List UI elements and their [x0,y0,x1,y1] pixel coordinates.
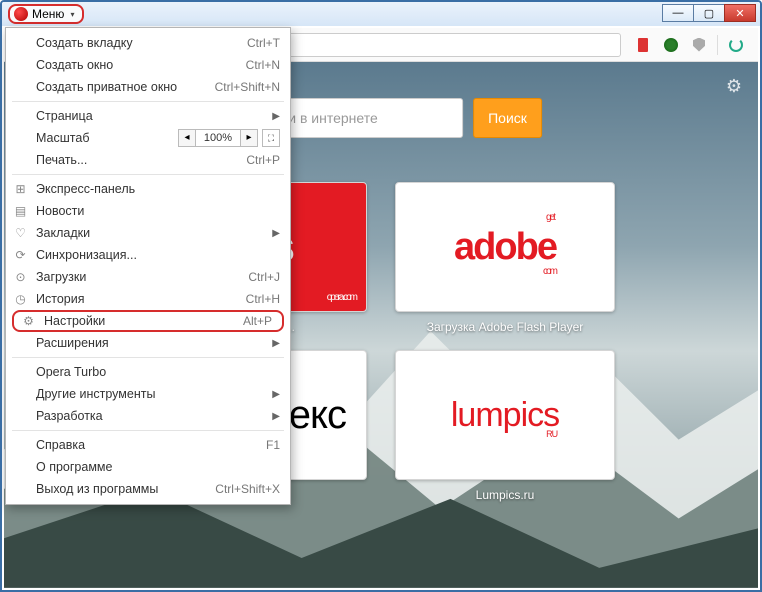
adblock-shield-icon[interactable] [689,35,709,55]
close-button[interactable]: ✕ [724,4,756,22]
menu-item-label: Разработка [36,409,266,423]
menu-item-label: Другие инструменты [36,387,266,401]
bookmark-icon[interactable] [633,35,653,55]
menu-item-настройки[interactable]: ⚙ НастройкиAlt+P [12,310,284,332]
submenu-arrow-icon: ▶ [272,228,280,239]
menu-item-справка[interactable]: СправкаF1 [6,434,290,456]
menu-button-label: Меню [32,7,64,21]
menu-shortcut: Ctrl+Shift+N [215,80,280,94]
menu-item-icon: ▤ [13,204,28,219]
zoom-out-button[interactable]: ◂ [178,129,196,147]
menu-shortcut: Alt+P [243,314,272,328]
menu-shortcut: F1 [266,438,280,452]
chevron-down-icon: ▾ [70,10,74,19]
tile-adobe[interactable]: get adobe com Загрузка Adobe Flash Playe… [395,182,615,334]
fullscreen-button[interactable]: ⛶ [262,129,280,147]
menu-item-label: Масштаб [36,131,178,145]
menu-item-печать-[interactable]: Печать...Ctrl+P [6,149,290,171]
menu-separator [12,174,284,175]
vpn-globe-icon[interactable] [661,35,681,55]
menu-item-label: Создать окно [36,58,246,72]
menu-item-label: История [36,292,246,306]
submenu-arrow-icon: ▶ [272,389,280,400]
maximize-button[interactable]: ▢ [693,4,725,22]
menu-item-label: Справка [36,438,266,452]
menu-item-label: Создать приватное окно [36,80,215,94]
menu-shortcut: Ctrl+N [246,58,280,72]
menu-item-разработка[interactable]: Разработка ▶ [6,405,290,427]
menu-shortcut: Ctrl+H [246,292,280,306]
zoom-value: 100% [196,129,240,147]
window-controls: — ▢ ✕ [663,4,756,22]
menu-item-icon: ⟳ [13,248,28,263]
separator [717,35,718,55]
menu-item-label: Настройки [44,314,243,328]
menu-shortcut: Ctrl+J [248,270,280,284]
menu-item-новости[interactable]: ▤ Новости [6,200,290,222]
menu-item-label: Opera Turbo [36,365,280,379]
menu-item-label: Экспресс-панель [36,182,280,196]
search-button[interactable]: Поиск [473,98,542,138]
menu-item-создать-вкладку[interactable]: Создать вкладкуCtrl+T [6,32,290,54]
menu-item-icon: ♡ [13,226,28,241]
menu-item-загрузки[interactable]: ⊙ ЗагрузкиCtrl+J [6,266,290,288]
zoom-in-button[interactable]: ▸ [240,129,258,147]
submenu-arrow-icon: ▶ [272,111,280,122]
submenu-arrow-icon: ▶ [272,338,280,349]
main-menu-button[interactable]: Меню ▾ [8,4,84,24]
menu-separator [12,430,284,431]
menu-separator [12,101,284,102]
menu-item-label: Расширения [36,336,266,350]
tile-label: Загрузка Adobe Flash Player [427,320,584,334]
menu-item-label: Создать вкладку [36,36,247,50]
menu-item-label: Выход из программы [36,482,215,496]
menu-shortcut: Ctrl+T [247,36,280,50]
menu-shortcut: Ctrl+P [246,153,280,167]
menu-item-выход-из-программы[interactable]: Выход из программыCtrl+Shift+X [6,478,290,500]
menu-item-создать-приватное-окно[interactable]: Создать приватное окноCtrl+Shift+N [6,76,290,98]
tile-label: Lumpics.ru [476,488,535,502]
minimize-button[interactable]: — [662,4,694,22]
menu-item-расширения[interactable]: Расширения ▶ [6,332,290,354]
menu-item-label: Страница [36,109,266,123]
menu-item-масштаб[interactable]: Масштаб◂100%▸⛶ [6,127,290,149]
submenu-arrow-icon: ▶ [272,411,280,422]
menu-shortcut: Ctrl+Shift+X [215,482,280,496]
menu-item-страница[interactable]: Страница ▶ [6,105,290,127]
menu-item-создать-окно[interactable]: Создать окноCtrl+N [6,54,290,76]
menu-item-icon: ⊙ [13,270,28,285]
zoom-controls: ◂100%▸⛶ [178,129,280,147]
menu-item-label: Синхронизация... [36,248,280,262]
menu-item-label: Печать... [36,153,246,167]
menu-item-icon: ◷ [13,292,28,307]
menu-item-экспресс-панель[interactable]: ⊞ Экспресс-панель [6,178,290,200]
menu-item-opera-turbo[interactable]: Opera Turbo [6,361,290,383]
menu-item-другие-инструменты[interactable]: Другие инструменты ▶ [6,383,290,405]
menu-item-label: Закладки [36,226,266,240]
menu-item-icon: ⚙ [21,314,36,329]
menu-item-закладки[interactable]: ♡ Закладки ▶ [6,222,290,244]
browser-window: Меню ▾ — ▢ ✕ я поиска или веб-адрес ⚙ с … [0,0,762,592]
tile-lumpics[interactable]: lumpics RU Lumpics.ru [395,350,615,502]
opera-logo-icon [14,7,28,21]
menu-item-label: О программе [36,460,280,474]
settings-gear-icon[interactable]: ⚙ [726,76,742,97]
menu-item-label: Новости [36,204,280,218]
menu-item-о-программе[interactable]: О программе [6,456,290,478]
menu-separator [12,357,284,358]
menu-item-история[interactable]: ◷ ИсторияCtrl+H [6,288,290,310]
sync-icon[interactable] [726,35,746,55]
menu-item-icon: ⊞ [13,182,28,197]
menu-item-label: Загрузки [36,270,248,284]
titlebar: Меню ▾ — ▢ ✕ [2,2,760,26]
menu-item-синхронизация-[interactable]: ⟳ Синхронизация... [6,244,290,266]
main-menu-dropdown: Создать вкладкуCtrl+TСоздать окноCtrl+NС… [5,27,291,505]
